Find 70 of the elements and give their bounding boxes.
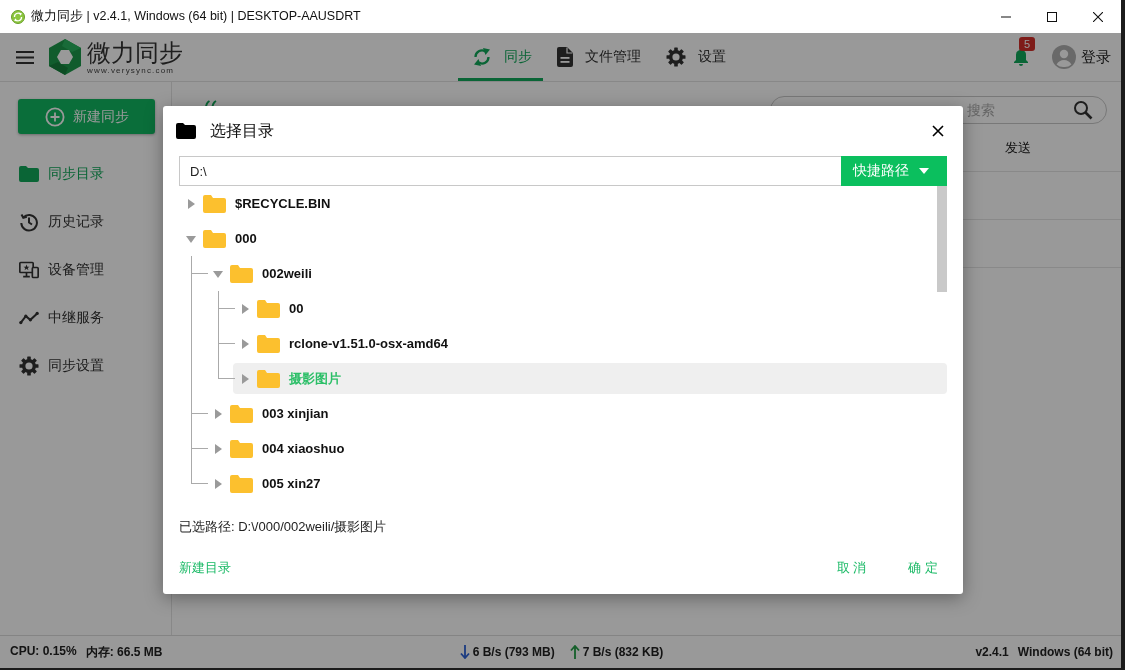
caret-icon xyxy=(919,168,929,174)
caret-icon[interactable] xyxy=(213,443,223,454)
caret-icon[interactable] xyxy=(186,198,196,209)
sidebar-item[interactable]: 历史记录 xyxy=(0,198,171,246)
folder-icon xyxy=(176,123,196,139)
maximize-icon[interactable] xyxy=(1047,11,1057,22)
cpu-usage: CPU: 0.15% xyxy=(10,643,77,660)
folder-tree-item[interactable]: 004 xiaoshuo xyxy=(206,433,947,464)
close-icon[interactable] xyxy=(932,125,944,137)
avatar-icon[interactable] xyxy=(1052,45,1076,69)
path-input[interactable]: D:\ xyxy=(179,156,841,186)
folder-icon xyxy=(19,166,39,182)
folder-icon xyxy=(257,369,280,388)
close-icon[interactable] xyxy=(1093,11,1103,22)
logo-text: 微力同步 xyxy=(87,39,184,66)
caret-icon[interactable] xyxy=(213,268,223,279)
history-icon xyxy=(19,212,39,232)
nav-tab[interactable]: 文件管理 xyxy=(543,33,652,81)
bell-icon[interactable] xyxy=(1013,48,1029,66)
caret-icon[interactable] xyxy=(240,338,250,349)
folder-tree-item[interactable]: 003 xinjian xyxy=(206,398,947,429)
memory-usage: 内存: 66.5 MB xyxy=(85,643,163,661)
os-text: Windows (64 bit) xyxy=(1017,645,1113,659)
folder-icon xyxy=(257,334,280,353)
selected-path-text: 已选路径: D:\/000/002weili/摄影图片 xyxy=(179,518,388,536)
plus-circle-icon xyxy=(44,106,65,127)
menu-icon[interactable] xyxy=(16,50,34,64)
line-chart-icon xyxy=(19,311,39,325)
down-arrow-icon xyxy=(459,645,470,659)
folder-icon xyxy=(203,194,226,213)
column-header: 发送 xyxy=(1005,138,1031,157)
folder-tree-item[interactable]: 00 xyxy=(233,293,947,324)
download-speed: 6 B/s (793 MB) xyxy=(472,645,555,659)
logo-url-text: www.verysync.com xyxy=(87,66,176,75)
logo-icon xyxy=(48,38,82,76)
folder-tree-item[interactable]: 005 xin27 xyxy=(206,468,947,499)
sync-icon[interactable] xyxy=(472,47,492,67)
upload-speed: 7 B/s (832 KB) xyxy=(582,645,664,659)
folder-icon xyxy=(203,229,226,248)
gear-icon[interactable] xyxy=(666,47,686,67)
dialog-title: 选择目录 xyxy=(210,120,274,141)
caret-icon[interactable] xyxy=(240,373,250,384)
up-arrow-icon xyxy=(569,645,580,659)
scrollbar-thumb[interactable] xyxy=(937,186,947,292)
caret-icon[interactable] xyxy=(213,478,223,489)
folder-tree-item[interactable]: 002weili xyxy=(206,258,947,289)
app-icon xyxy=(11,9,25,24)
login-button[interactable]: 登录 xyxy=(1081,47,1111,67)
folder-tree-item[interactable]: 000 xyxy=(179,223,947,254)
folder-tree-item[interactable]: $RECYCLE.BIN xyxy=(179,188,947,219)
search-icon[interactable] xyxy=(1073,100,1093,120)
notification-badge: 5 xyxy=(1019,37,1036,51)
nav-tab[interactable]: 设置 xyxy=(652,33,737,81)
folder-icon xyxy=(230,404,253,423)
sidebar-item[interactable]: 同步设置 xyxy=(0,342,171,390)
sidebar-item[interactable]: 设备管理 xyxy=(0,246,171,294)
folder-icon xyxy=(230,264,253,283)
folder-icon xyxy=(230,474,253,493)
folder-icon xyxy=(230,439,253,458)
gear-icon xyxy=(19,356,39,376)
folder-icon xyxy=(257,299,280,318)
caret-icon[interactable] xyxy=(186,233,196,244)
sidebar-item[interactable]: 中继服务 xyxy=(0,294,171,342)
window-title: 微力同步 | v2.4.1, Windows (64 bit) | DESKTOP-AAUSDRT xyxy=(31,8,361,25)
caret-icon[interactable] xyxy=(213,408,223,419)
document-icon[interactable] xyxy=(557,47,573,67)
version-text: v2.4.1 xyxy=(975,645,1009,659)
folder-tree-item[interactable]: rclone-v1.51.0-osx-amd64 xyxy=(233,328,947,359)
monitor-phone-icon xyxy=(19,260,39,280)
caret-icon[interactable] xyxy=(240,303,250,314)
